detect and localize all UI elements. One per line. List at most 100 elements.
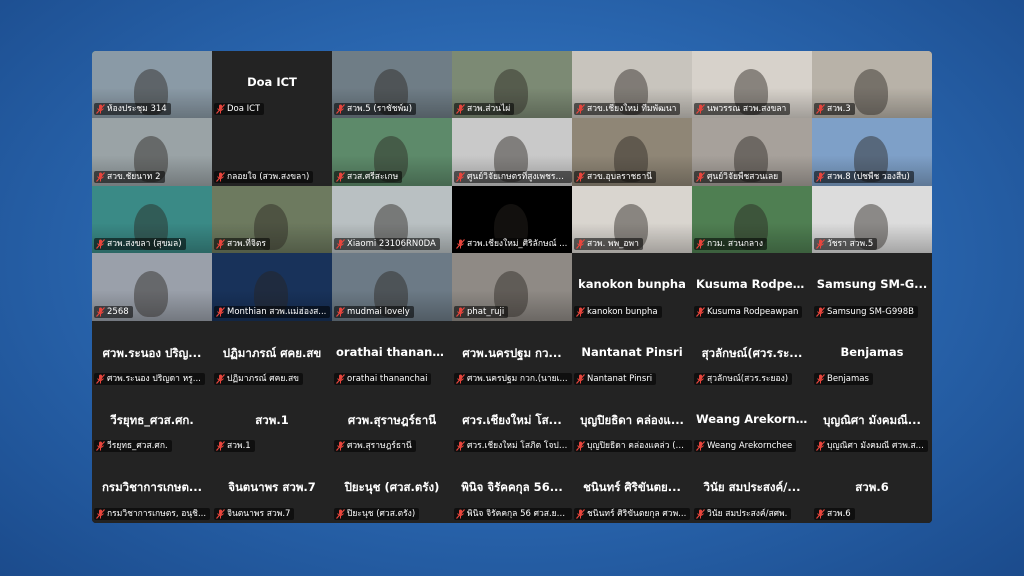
participant-tile[interactable]: สวส.ศรีสะเกษ	[332, 118, 452, 186]
participant-tile[interactable]: mudmai lovely	[332, 253, 452, 321]
participant-tile[interactable]: สวพ.8 (ปชพืช วองสืบ)	[812, 118, 932, 186]
participant-tile[interactable]: ศูนย์วิจัยเกษตรที่สูงเพชรบู...	[452, 118, 572, 186]
participant-label: สวพ.ส่วนไผ่	[454, 103, 515, 116]
participant-label: สวพ.1	[214, 440, 255, 453]
participant-tile[interactable]: กวม. สวนกลาง	[692, 185, 812, 254]
participant-label-text: สวพ.8 (ปชพืช วองสืบ)	[827, 171, 910, 182]
participant-tile[interactable]: นพวรรณ สวพ.สงขลา	[692, 51, 812, 119]
participant-tile[interactable]: 2568	[92, 253, 212, 321]
participant-tile[interactable]: Xiaomi 23106RN0DA	[332, 185, 452, 254]
participant-label-text: ห้องประชุม 314	[107, 104, 167, 115]
participant-grid: ห้องประชุม 314 Doa ICT Doa ICT สวพ.5 (ราชัช…	[92, 51, 932, 523]
participant-label: Doa ICT	[214, 103, 265, 116]
participant-tile[interactable]: บุญณิศา มังคมณี... บุญณิศา มังคมณี ศวพ.ส.…	[812, 387, 932, 456]
participant-tile[interactable]: Monthian สวพ.แม่ฮ่องส...	[212, 253, 332, 321]
participant-tile[interactable]: สวพ.1 สวพ.1	[212, 387, 332, 456]
participant-tile[interactable]: ชนินทร์ ศิริขันตย... ชนินทร์ ศิริขันตยกุล…	[572, 455, 692, 523]
participant-tile[interactable]: Doa ICT Doa ICT	[212, 51, 332, 119]
muted-mic-icon	[96, 306, 105, 317]
participant-name: Weang Arekorn...	[696, 411, 809, 426]
participant-tile[interactable]: ศูนย์วิจัยพืชสวนเลย	[692, 118, 812, 186]
participant-tile[interactable]: สวพ.6 สวพ.6	[812, 455, 932, 523]
participant-tile[interactable]: ศวพ.นครปฐม กว... ศวพ.นครปฐม กวก.(นายเ...	[452, 320, 572, 388]
participant-label: Benjamas	[814, 372, 873, 385]
participant-label: กลอยใจ (สวพ.สงขลา)	[214, 170, 314, 183]
participant-tile[interactable]: ปฏิมาภรณ์ ศคย.สข ปฏิมาภรณ์ ศคย.สข	[212, 320, 332, 388]
muted-mic-icon	[576, 441, 585, 452]
participant-label: 2568	[94, 305, 133, 318]
participant-name: ปฏิมาภรณ์ ศคย.สข	[222, 345, 322, 360]
participant-tile[interactable]: วีรยุทธ_ศวส.ศก. วีรยุทธ_ศวส.ศก.	[92, 387, 212, 456]
muted-mic-icon	[816, 239, 825, 250]
muted-mic-icon	[336, 171, 345, 182]
participant-label: สวพ.เชียงใหม่_ศิริลักษณ์ ...	[454, 238, 572, 251]
participant-tile[interactable]: สุวลักษณ์(ศวร.ระ... สุวลักษณ์(สวร.ระยอง)	[692, 320, 812, 388]
participant-label-text: สวพ.ที่จิตร	[227, 239, 266, 250]
participant-tile[interactable]: Kusuma Rodpea... Kusuma Rodpeawpan	[692, 253, 812, 321]
participant-tile[interactable]: วินัย สมประสงค์/... วินัย สมประสงค์/สศพ.	[692, 455, 812, 523]
participant-name: Nantanat Pinsri	[581, 344, 683, 359]
participant-tile[interactable]: สวข.เชียงใหม่ ทีมพัฒนา	[572, 51, 692, 119]
participant-label-text: วีรยุทธ_ศวส.ศก.	[107, 441, 168, 452]
participant-label: วีรยุทธ_ศวส.ศก.	[94, 440, 172, 453]
participant-label-text: กวม. สวนกลาง	[707, 239, 763, 250]
participant-tile[interactable]: Benjamas Benjamas	[812, 320, 932, 388]
participant-tile[interactable]: orathai thananc... orathai thananchai	[332, 320, 452, 388]
muted-mic-icon	[696, 508, 705, 519]
participant-tile[interactable]: สวพ.สงขลา (สุขมล)	[92, 185, 212, 254]
participant-tile[interactable]: สวพ.5 (ราชัชพ์ม)	[332, 51, 452, 119]
participant-name: สุวลักษณ์(ศวร.ระ...	[701, 345, 803, 360]
participant-name: ศวร.เชียงใหม่ โส...	[462, 412, 562, 427]
participant-label-text: ศวร.เชียงใหม่ โสภิต โจปาละ	[467, 441, 568, 452]
participant-tile[interactable]: สวพ.3	[812, 51, 932, 119]
participant-tile[interactable]: วัชรา สวพ.5	[812, 185, 932, 254]
participant-tile[interactable]: phat_ruji	[452, 253, 572, 321]
participant-tile[interactable]: สวพ.ที่จิตร	[212, 185, 332, 254]
participant-label-text: kanokon bunpha	[587, 306, 658, 317]
muted-mic-icon	[216, 374, 225, 384]
participant-tile[interactable]: สวข.อุบลราชธานี	[572, 118, 692, 186]
muted-mic-icon	[456, 374, 465, 384]
participant-name: ศวพ.ระนอง ปริญ...	[102, 345, 202, 360]
participant-label: phat_ruji	[454, 305, 509, 318]
participant-label-text: กลอยใจ (สวพ.สงขลา)	[227, 171, 310, 182]
participant-name: บุญปิยธิดา คล่องแ...	[580, 412, 684, 427]
participant-tile[interactable]: Weang Arekorn... Weang Arekornchee	[692, 387, 812, 456]
participant-label: ศูนย์วิจัยพืชสวนเลย	[694, 170, 783, 183]
participant-tile[interactable]: กลอยใจ (สวพ.สงขลา)	[212, 118, 332, 186]
participant-tile[interactable]: สวพ.เชียงใหม่_ศิริลักษณ์ ...	[452, 185, 572, 254]
participant-label: ศวร.เชียงใหม่ โสภิต โจปาละ	[454, 440, 572, 453]
participant-tile[interactable]: ศวพ.ระนอง ปริญ... ศวพ.ระนอง ปริญดา หรู...	[92, 320, 212, 388]
participant-name: บุญณิศา มังคมณี...	[823, 412, 921, 427]
participant-tile[interactable]: ศวร.เชียงใหม่ โส... ศวร.เชียงใหม่ โสภิต โ…	[452, 387, 572, 456]
participant-label: ปิยะนุช (ศวส.ตรัง)	[334, 507, 420, 520]
muted-mic-icon	[696, 239, 705, 250]
participant-name: orathai thananc...	[336, 344, 452, 359]
participant-label-text: สวพ.ส่วนไผ่	[467, 104, 511, 115]
participant-label: สุวลักษณ์(สวร.ระยอง)	[694, 372, 793, 385]
participant-tile[interactable]: บุญปิยธิดา คล่องแ... บุญปิยธิดา คล่องแคล่…	[572, 387, 692, 456]
participant-tile[interactable]: Samsung SM-G... Samsung SM-G998B	[812, 253, 932, 321]
participant-name: สวพ.6	[855, 480, 889, 495]
participant-tile[interactable]: สวพ. พพ_อพา	[572, 185, 692, 254]
participant-tile[interactable]: Nantanat Pinsri Nantanat Pinsri	[572, 320, 692, 388]
participant-tile[interactable]: กรมวิชาการเกษต... กรมวิชาการเกษตร, อนุชิ.…	[92, 455, 212, 523]
participant-tile[interactable]: สวข.ชัยนาท 2	[92, 118, 212, 186]
participant-label: สวพ.สงขลา (สุขมล)	[94, 238, 186, 251]
participant-tile[interactable]: พินิจ จิรัคคกุล 56... พินิจ จิรัคคกุล 56 …	[452, 455, 572, 523]
participant-tile[interactable]: ห้องประชุม 314	[92, 51, 212, 119]
participant-label-text: 2568	[107, 306, 129, 317]
participant-tile[interactable]: kanokon bunpha kanokon bunpha	[572, 253, 692, 321]
participant-label-text: Weang Arekornchee	[707, 441, 793, 452]
muted-mic-icon	[336, 374, 345, 384]
participant-name: วินัย สมประสงค์/...	[703, 480, 801, 495]
muted-mic-icon	[216, 171, 225, 182]
participant-tile[interactable]: จินตนาพร สวพ.7 จินตนาพร สวพ.7	[212, 455, 332, 523]
participant-tile[interactable]: ศวพ.สุราษฎร์ธานี ศวพ.สุราษฎร์ธานี	[332, 387, 452, 456]
muted-mic-icon	[816, 306, 825, 317]
muted-mic-icon	[576, 104, 585, 115]
participant-tile[interactable]: ปิยะนุช (ศวส.ตรัง) ปิยะนุช (ศวส.ตรัง)	[332, 455, 452, 523]
participant-tile[interactable]: สวพ.ส่วนไผ่	[452, 51, 572, 119]
participant-label-text: Nantanat Pinsri	[587, 373, 653, 384]
participant-label-text: phat_ruji	[467, 306, 505, 317]
